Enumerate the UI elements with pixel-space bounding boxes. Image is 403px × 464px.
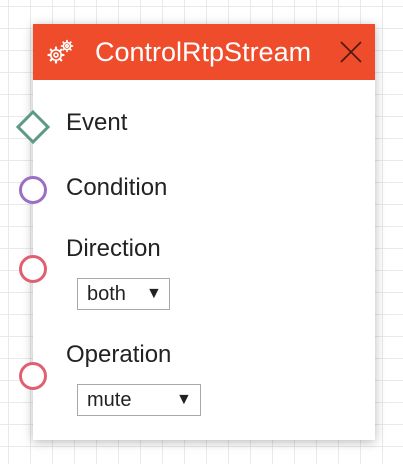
condition-label: Condition <box>66 174 168 201</box>
close-icon[interactable] <box>339 40 363 64</box>
event-label: Event <box>66 109 128 136</box>
gear-icon <box>47 39 74 64</box>
operation-label: Operation <box>66 341 172 368</box>
node-header[interactable]: ControlRtpStream <box>33 24 375 80</box>
direction-port-circle-icon[interactable] <box>17 253 49 285</box>
direction-label: Direction <box>66 235 161 262</box>
control-rtp-stream-node[interactable]: ControlRtpStream Event Condition Directi… <box>15 24 375 440</box>
event-port-diamond-icon[interactable] <box>15 109 51 145</box>
node-title: ControlRtpStream <box>95 37 312 67</box>
operation-port-circle-icon[interactable] <box>17 360 49 392</box>
operation-select-value: mute <box>87 389 132 411</box>
direction-select[interactable]: both ▼ <box>77 278 170 310</box>
chevron-down-icon: ▼ <box>146 285 162 302</box>
condition-port-circle-icon[interactable] <box>17 174 49 206</box>
direction-select-value: both <box>87 283 126 305</box>
operation-select[interactable]: mute ▼ <box>77 384 201 416</box>
chevron-down-icon: ▼ <box>176 391 192 408</box>
